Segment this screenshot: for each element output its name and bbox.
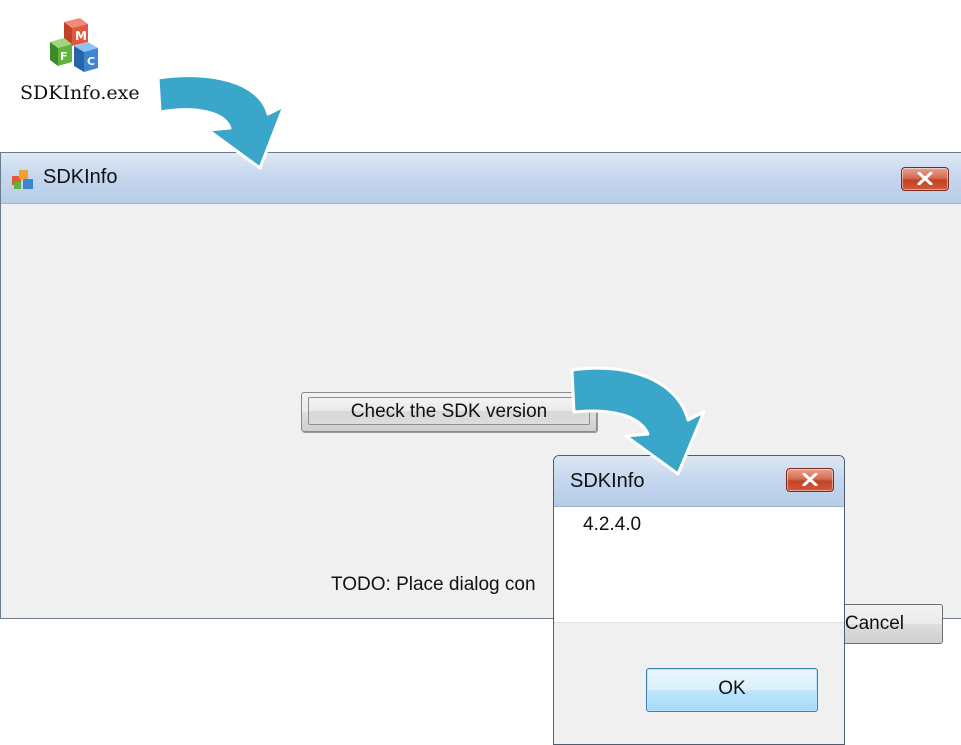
message-box-close-button[interactable] <box>786 468 834 492</box>
message-box-footer: OK <box>554 622 844 744</box>
svg-text:C: C <box>87 55 95 68</box>
version-message-box: SDKInfo 4.2.4.0 OK <box>553 455 845 745</box>
app-icon <box>12 170 33 189</box>
curved-arrow-icon <box>156 74 286 170</box>
svg-text:M: M <box>75 29 87 43</box>
curved-arrow-icon <box>570 366 706 476</box>
check-sdk-version-button-label: Check the SDK version <box>308 397 590 425</box>
desktop-icon-sdkinfo[interactable]: M F C SDKInfo.exe <box>14 18 164 108</box>
main-window-title: SDKInfo <box>43 166 118 188</box>
desktop-icon-label: SDKInfo.exe <box>20 82 140 104</box>
check-sdk-version-button[interactable]: Check the SDK version <box>301 392 597 432</box>
todo-placeholder-text: TODO: Place dialog con <box>331 574 536 595</box>
main-window-titlebar[interactable]: SDKInfo <box>1 153 961 204</box>
sdk-version-text: 4.2.4.0 <box>583 514 642 535</box>
ok-button[interactable]: OK <box>646 668 818 712</box>
close-icon <box>917 172 933 185</box>
mfc-app-icon: M F C <box>50 18 98 72</box>
close-icon <box>802 473 818 486</box>
main-window-close-button[interactable] <box>901 167 949 191</box>
svg-text:F: F <box>60 50 68 63</box>
